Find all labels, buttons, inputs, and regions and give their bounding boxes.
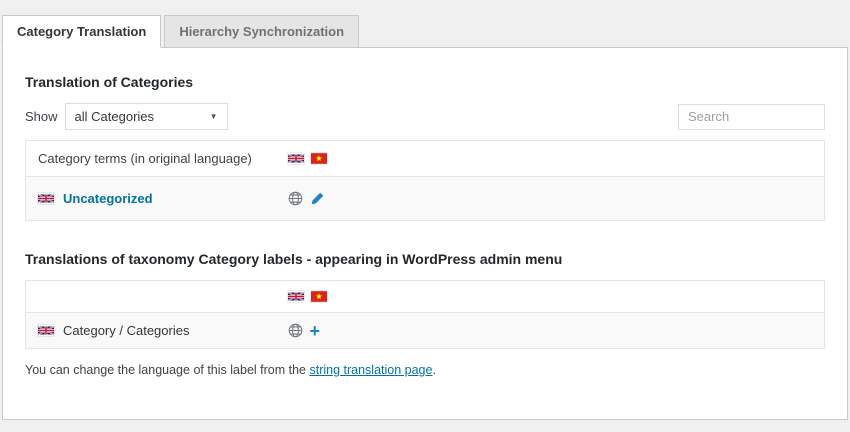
uk-flag-icon xyxy=(37,325,55,336)
category-filter-select[interactable]: all Categories ▼ xyxy=(64,103,228,130)
taxonomy-label-cell: Category / Categories xyxy=(26,313,276,349)
globe-icon xyxy=(288,323,303,338)
taxonomy-label-text: Category / Categories xyxy=(63,323,190,338)
footer-note-text: You can change the language of this labe… xyxy=(25,363,310,377)
content-panel: Translation of Categories Show all Categ… xyxy=(2,47,848,420)
edit-pencil-icon[interactable] xyxy=(310,191,325,206)
vietnam-flag-icon xyxy=(310,291,327,302)
globe-icon xyxy=(288,191,303,206)
category-term-actions-cell xyxy=(276,177,825,221)
controls-row: Show all Categories ▼ xyxy=(25,103,825,130)
show-filter-group: Show all Categories ▼ xyxy=(25,103,228,130)
category-term-link[interactable]: Uncategorized xyxy=(63,191,153,206)
category-term-row: Uncategorized xyxy=(25,176,825,221)
footer-note: You can change the language of this labe… xyxy=(25,363,825,377)
category-filter-selected-value: all Categories xyxy=(74,109,155,124)
show-label: Show xyxy=(25,109,58,124)
uk-flag-icon xyxy=(287,153,304,164)
add-plus-icon[interactable]: + xyxy=(310,322,321,340)
taxonomy-label-actions-cell: + xyxy=(276,313,825,349)
categories-table-header-terms: Category terms (in original language) xyxy=(38,151,252,166)
string-translation-page-link[interactable]: string translation page xyxy=(309,363,432,377)
select-dropdown-arrow-icon: ▼ xyxy=(209,112,218,121)
search-input[interactable] xyxy=(678,103,825,130)
taxonomy-labels-section: Translations of taxonomy Category labels… xyxy=(25,251,825,377)
category-term-cell: Uncategorized xyxy=(26,177,276,221)
vietnam-flag-icon xyxy=(310,153,327,164)
tab-category-translation[interactable]: Category Translation xyxy=(2,15,162,48)
tab-hierarchy-synchronization[interactable]: Hierarchy Synchronization xyxy=(164,15,360,48)
taxonomy-labels-table: Category / Categories + xyxy=(25,280,825,349)
tab-bar: Category Translation Hierarchy Synchroni… xyxy=(0,0,850,48)
labels-table-header-empty xyxy=(26,281,276,313)
categories-table-header-row: Category terms (in original language) xyxy=(25,140,825,177)
footer-note-period: . xyxy=(432,363,436,377)
categories-table-header-languages xyxy=(276,141,825,177)
labels-table-header-row xyxy=(25,280,825,313)
uk-flag-icon xyxy=(37,193,55,204)
uk-flag-icon xyxy=(287,291,304,302)
taxonomy-label-row: Category / Categories + xyxy=(25,312,825,349)
section-title-translation-of-categories: Translation of Categories xyxy=(25,74,194,90)
labels-table-header-languages xyxy=(276,281,825,313)
categories-table: Category terms (in original language) Un… xyxy=(25,140,825,221)
section-title-taxonomy-labels: Translations of taxonomy Category labels… xyxy=(25,251,563,267)
